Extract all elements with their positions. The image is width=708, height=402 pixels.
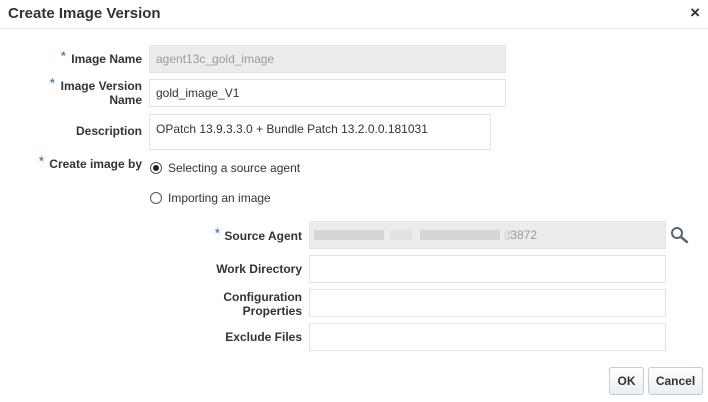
source-agent-field: :3872 (309, 221, 666, 249)
configuration-properties-label-line2: Properties (242, 304, 302, 318)
dialog-titlebar: Create Image Version × (0, 0, 708, 29)
create-image-version-dialog: Create Image Version × * Image Name agen… (0, 0, 708, 402)
image-version-name-label: Image Version Name (40, 79, 142, 107)
work-directory-label: Work Directory (216, 262, 302, 276)
radio-label-source-agent: Selecting a source agent (168, 161, 301, 175)
image-name-field: agent13c_gold_image (149, 45, 506, 73)
redacted-text (420, 230, 500, 240)
exclude-files-label: Exclude Files (225, 330, 302, 344)
create-image-by-label: Create image by (49, 157, 142, 171)
configuration-properties-label: Configuration Properties (200, 290, 302, 318)
image-version-name-label-line1: Image Version (60, 79, 142, 93)
ok-button[interactable]: OK (609, 367, 644, 395)
close-icon[interactable]: × (690, 3, 700, 23)
redacted-text (314, 230, 384, 240)
exclude-files-input[interactable] (309, 323, 666, 351)
radio-label-import-image: Importing an image (168, 191, 271, 205)
description-label: Description (75, 124, 142, 138)
image-version-name-input[interactable]: gold_image_V1 (149, 79, 506, 107)
redacted-text (390, 230, 412, 240)
source-agent-label: Source Agent (224, 229, 302, 243)
work-directory-input[interactable] (309, 255, 666, 283)
configuration-properties-input[interactable] (309, 289, 666, 317)
dialog-title: Create Image Version (8, 5, 161, 22)
description-textarea[interactable]: OPatch 13.9.3.3.0 + Bundle Patch 13.2.0.… (149, 114, 491, 150)
radio-button-selected[interactable] (150, 162, 162, 174)
search-icon[interactable] (670, 226, 690, 244)
configuration-properties-label-line1: Configuration (223, 290, 302, 304)
cancel-button[interactable]: Cancel (648, 367, 703, 395)
radio-button-unselected[interactable] (150, 192, 162, 204)
image-name-label: Image Name (71, 52, 142, 66)
source-agent-port: :3872 (507, 228, 538, 242)
image-version-name-label-line2: Name (109, 93, 142, 107)
